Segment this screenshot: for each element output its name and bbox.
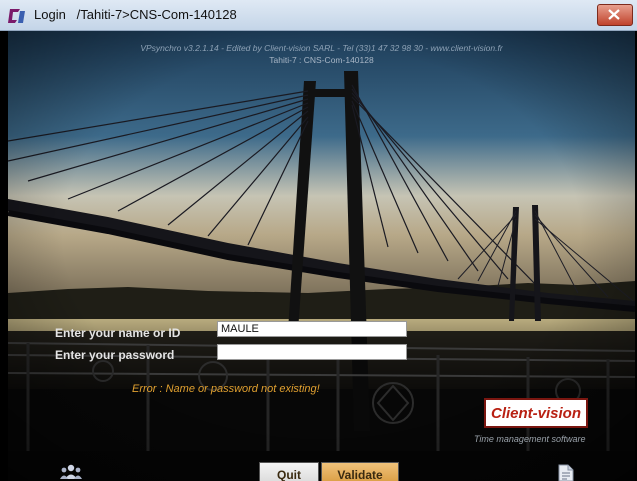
login-panel: VPsynchro v3.2.1.14 - Edited by Client-v… [8, 31, 635, 481]
window-path: /Tahiti-7>CNS-Com-140128 [76, 7, 237, 22]
quit-button[interactable]: Quit [259, 462, 319, 481]
document-icon[interactable] [558, 464, 574, 481]
login-window: Login /Tahiti-7>CNS-Com-140128 VPsynchro… [0, 0, 637, 481]
name-input[interactable] [217, 321, 407, 337]
credit-line: VPsynchro v3.2.1.14 - Edited by Client-v… [140, 43, 503, 53]
window-title: Login [34, 7, 66, 22]
title-bar: Login /Tahiti-7>CNS-Com-140128 [0, 0, 637, 31]
tagline: Time management software [474, 434, 586, 444]
server-line: Tahiti-7 : CNS-Com-140128 [269, 55, 374, 65]
client-vision-logo: Client-vision [484, 398, 588, 428]
validate-button[interactable]: Validate [321, 462, 399, 481]
app-logo-icon [8, 8, 26, 24]
error-message: Error : Name or password not existing! [132, 383, 320, 395]
users-icon[interactable] [60, 463, 82, 481]
password-label: Enter your password [55, 348, 175, 362]
password-input[interactable] [217, 344, 407, 360]
close-button[interactable] [597, 4, 633, 26]
name-label: Enter your name or ID [55, 326, 181, 340]
logo-text: Client-vision [490, 405, 581, 422]
close-icon [608, 9, 620, 20]
